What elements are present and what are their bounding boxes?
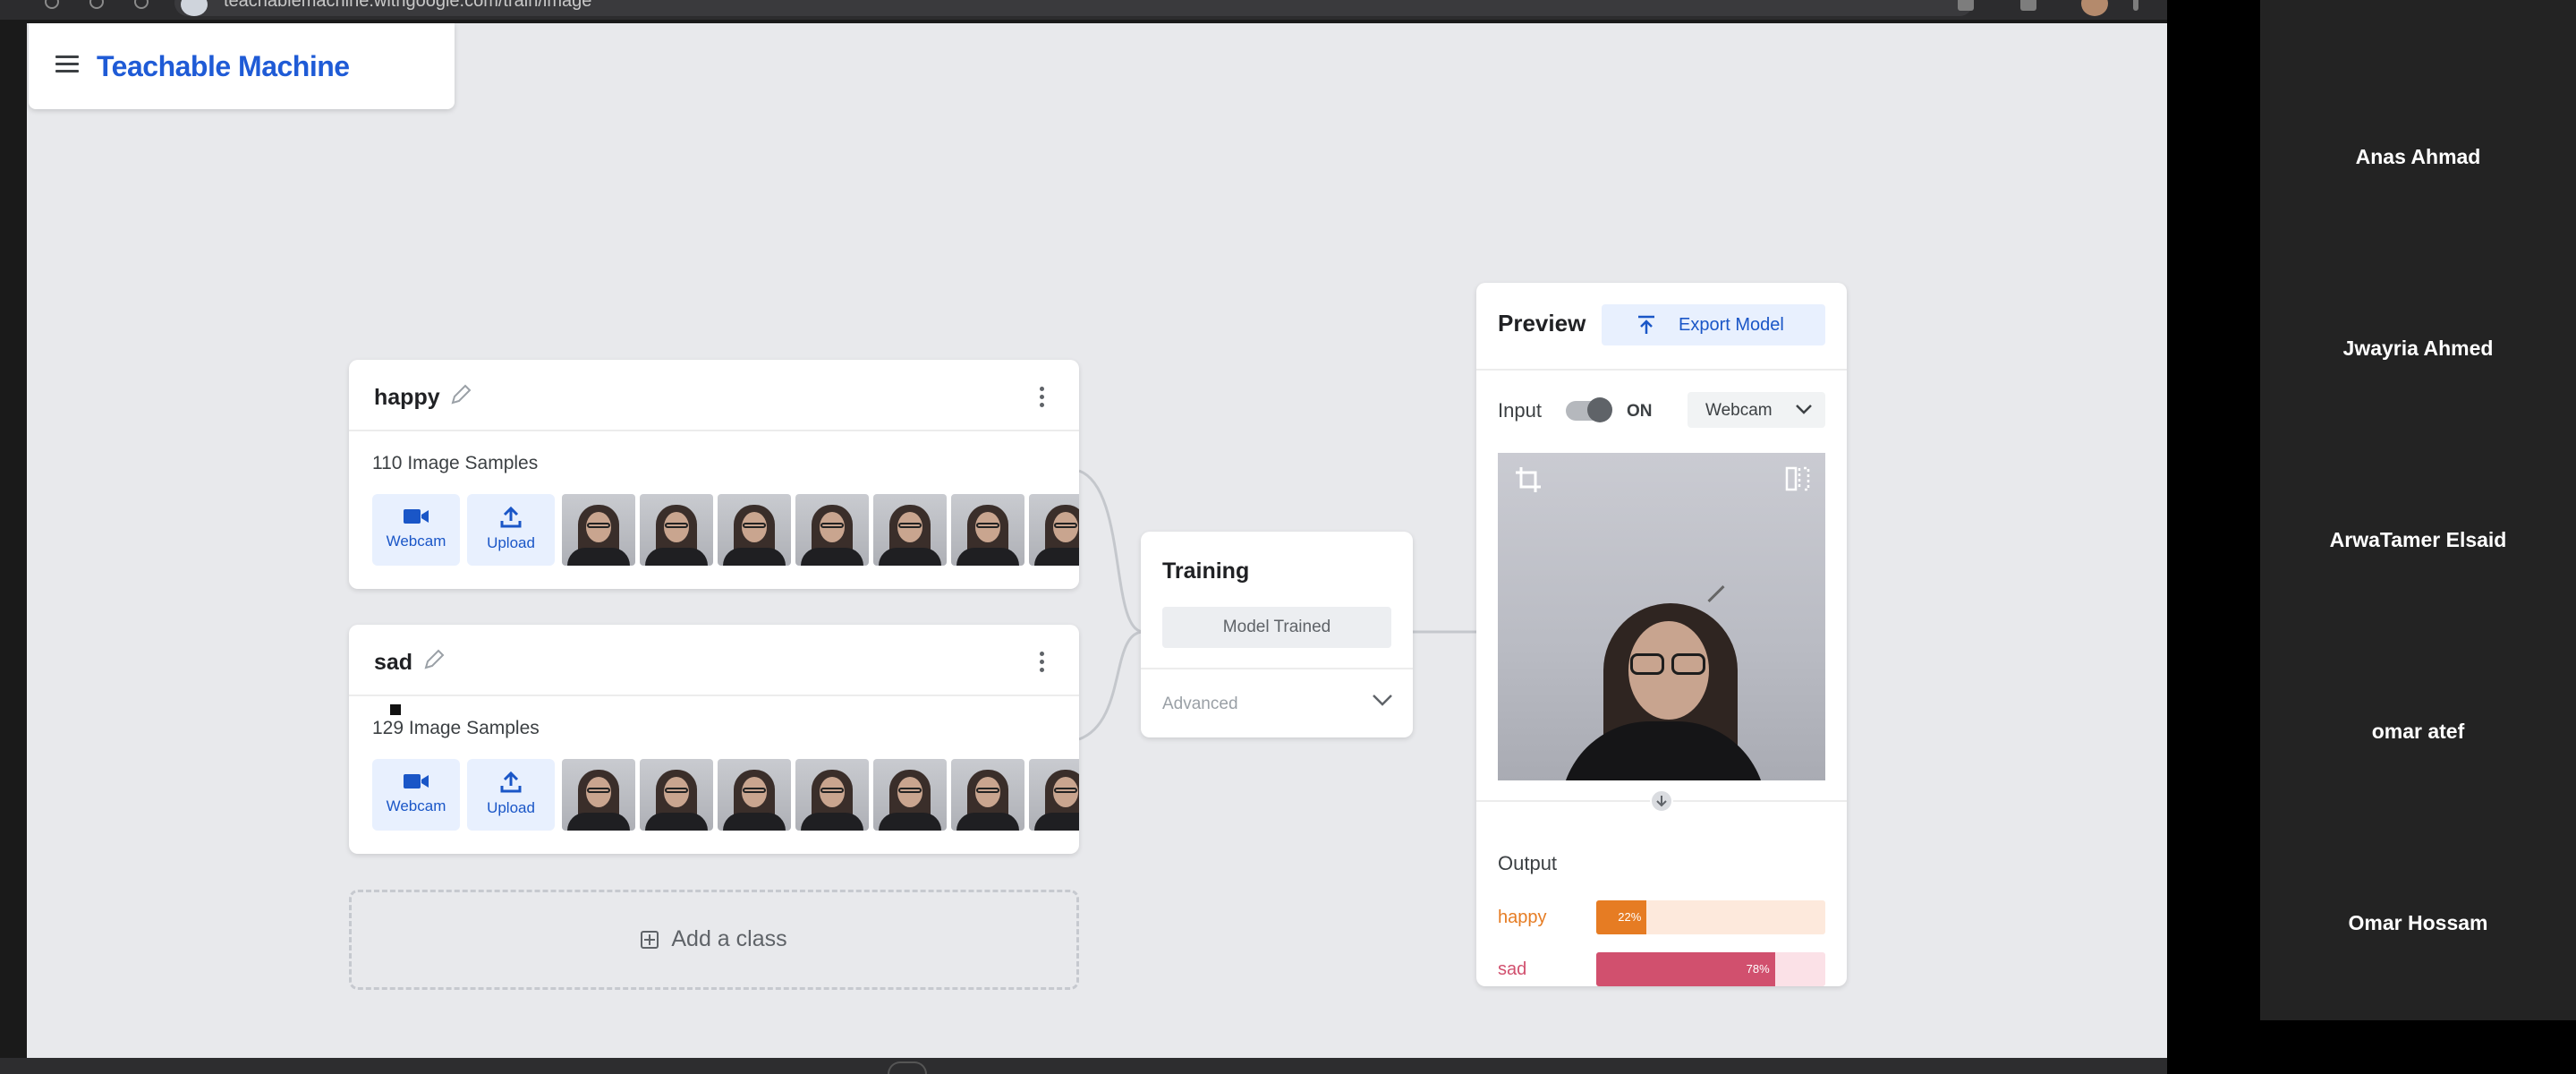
divider [1141, 668, 1413, 669]
class-name[interactable]: happy [374, 385, 440, 411]
sample-thumbnail[interactable] [951, 759, 1024, 831]
app-title[interactable]: Teachable Machine [97, 50, 350, 83]
export-upload-icon [1638, 315, 1654, 334]
app-header: Teachable Machine [29, 23, 455, 109]
video-camera-icon [404, 774, 429, 788]
edit-pencil-icon[interactable] [449, 383, 472, 406]
webcam-button-label: Webcam [386, 533, 446, 550]
address-bar[interactable]: teachablemachine.withgoogle.com/train/im… [174, 0, 1973, 16]
sample-thumbnail[interactable] [1029, 494, 1079, 566]
input-source-select[interactable]: Webcam [1688, 392, 1825, 428]
output-bar-track-happy: 22% [1596, 900, 1825, 934]
upload-icon [500, 771, 522, 793]
sample-thumbnail[interactable] [1029, 759, 1079, 831]
upload-icon [500, 506, 522, 528]
sample-thumbnail[interactable] [640, 759, 713, 831]
participants-panel-footer [2260, 1020, 2576, 1074]
output-class-label-sad: sad [1498, 959, 1527, 979]
hamburger-menu-icon[interactable] [55, 55, 79, 73]
sample-thumbnail[interactable] [718, 494, 791, 566]
bookmark-star-icon[interactable] [1958, 0, 1974, 11]
edit-pencil-icon[interactable] [422, 648, 446, 671]
sample-thumbnail[interactable] [562, 494, 635, 566]
toggle-state-label: ON [1627, 402, 1653, 421]
pen-cursor [1707, 584, 1725, 603]
upload-button[interactable]: Upload [467, 759, 555, 831]
export-model-label: Export Model [1679, 315, 1784, 335]
add-box-icon [641, 930, 659, 949]
sample-count: 110 Image Samples [372, 453, 539, 473]
reload-icon[interactable] [134, 0, 149, 9]
participant-name[interactable]: omar atef [2260, 720, 2576, 744]
webcam-button[interactable]: Webcam [372, 759, 460, 831]
forward-icon[interactable] [89, 0, 104, 9]
output-bar-fill-happy: 22% [1596, 900, 1647, 934]
class-card-header: happy [349, 360, 1079, 431]
webcam-person-glasses [1630, 653, 1707, 677]
toggle-knob[interactable] [1587, 397, 1612, 422]
class-card-happy: happy 110 Image Samples Webcam Upload [349, 360, 1079, 589]
class-name[interactable]: sad [374, 650, 412, 676]
extensions-icon[interactable] [2020, 0, 2036, 11]
webcam-button-label: Webcam [386, 797, 446, 814]
advanced-toggle-label[interactable]: Advanced [1162, 695, 1238, 714]
add-class-label: Add a class [671, 926, 787, 951]
more-options-icon[interactable] [1040, 387, 1045, 408]
training-card: Training Model Trained Advanced [1141, 532, 1413, 737]
upload-button[interactable]: Upload [467, 494, 555, 566]
upload-button-label: Upload [487, 534, 535, 551]
sample-thumbnail[interactable] [718, 759, 791, 831]
sample-thumbnail[interactable] [795, 759, 869, 831]
crop-icon[interactable] [1514, 465, 1543, 494]
upload-button-label: Upload [487, 799, 535, 816]
browser-toolbar: teachablemachine.withgoogle.com/train/im… [0, 0, 2167, 20]
train-model-button[interactable]: Model Trained [1162, 607, 1391, 648]
output-bar-fill-sad: 78% [1596, 952, 1775, 986]
text-cursor-marker [390, 704, 401, 715]
class-card-header: sad [349, 625, 1079, 696]
sample-count: 129 Image Samples [372, 718, 540, 738]
participant-name[interactable]: Omar Hossam [2260, 911, 2576, 935]
output-percent-happy: 22% [1618, 910, 1642, 924]
participant-name[interactable]: Anas Ahmad [2260, 145, 2576, 169]
training-title: Training [1162, 558, 1250, 584]
participants-panel: Anas Ahmad Jwayria Ahmed ArwaTamer Elsai… [2260, 0, 2576, 1020]
sample-thumbnail[interactable] [795, 494, 869, 566]
sample-thumbnail[interactable] [951, 494, 1024, 566]
browser-menu-icon[interactable] [2133, 0, 2138, 11]
chevron-down-icon[interactable] [1372, 693, 1393, 707]
webcam-preview [1498, 453, 1825, 780]
profile-avatar[interactable] [2081, 0, 2108, 16]
divider [1476, 369, 1847, 371]
output-bar-track-sad: 78% [1596, 952, 1825, 986]
participant-name[interactable]: ArwaTamer Elsaid [2260, 528, 2576, 552]
output-label: Output [1498, 852, 1558, 874]
class-card-sad: sad 129 Image Samples Webcam Upload [349, 625, 1079, 854]
participant-name[interactable]: Jwayria Ahmed [2260, 337, 2576, 361]
more-options-icon[interactable] [1040, 652, 1045, 673]
flip-horizontal-icon[interactable] [1784, 465, 1811, 492]
back-icon[interactable] [45, 0, 59, 9]
output-percent-sad: 78% [1746, 962, 1770, 976]
bottom-toolbar [0, 1058, 2167, 1074]
webcam-button[interactable]: Webcam [372, 494, 460, 566]
output-class-label-happy: happy [1498, 908, 1547, 927]
input-source-value: Webcam [1705, 401, 1773, 420]
video-camera-icon [404, 509, 429, 524]
arrow-down-icon [1650, 789, 1673, 813]
preview-title: Preview [1498, 310, 1586, 337]
add-class-button[interactable]: Add a class [349, 890, 1079, 990]
shared-screen: teachablemachine.withgoogle.com/train/im… [0, 0, 2167, 1074]
export-model-button[interactable]: Export Model [1602, 304, 1825, 345]
input-label: Input [1498, 399, 1542, 422]
bottom-handle[interactable] [888, 1061, 927, 1074]
sample-thumbnail[interactable] [873, 759, 947, 831]
sample-thumbnail[interactable] [873, 494, 947, 566]
teachable-machine-page: Teachable Machine happy 110 Image Sample… [27, 23, 2167, 1058]
preview-card: Preview Export Model Input ON Webcam Out… [1476, 283, 1847, 986]
sample-thumbnail[interactable] [640, 494, 713, 566]
sample-thumbnail[interactable] [562, 759, 635, 831]
chevron-down-icon [1796, 405, 1812, 414]
